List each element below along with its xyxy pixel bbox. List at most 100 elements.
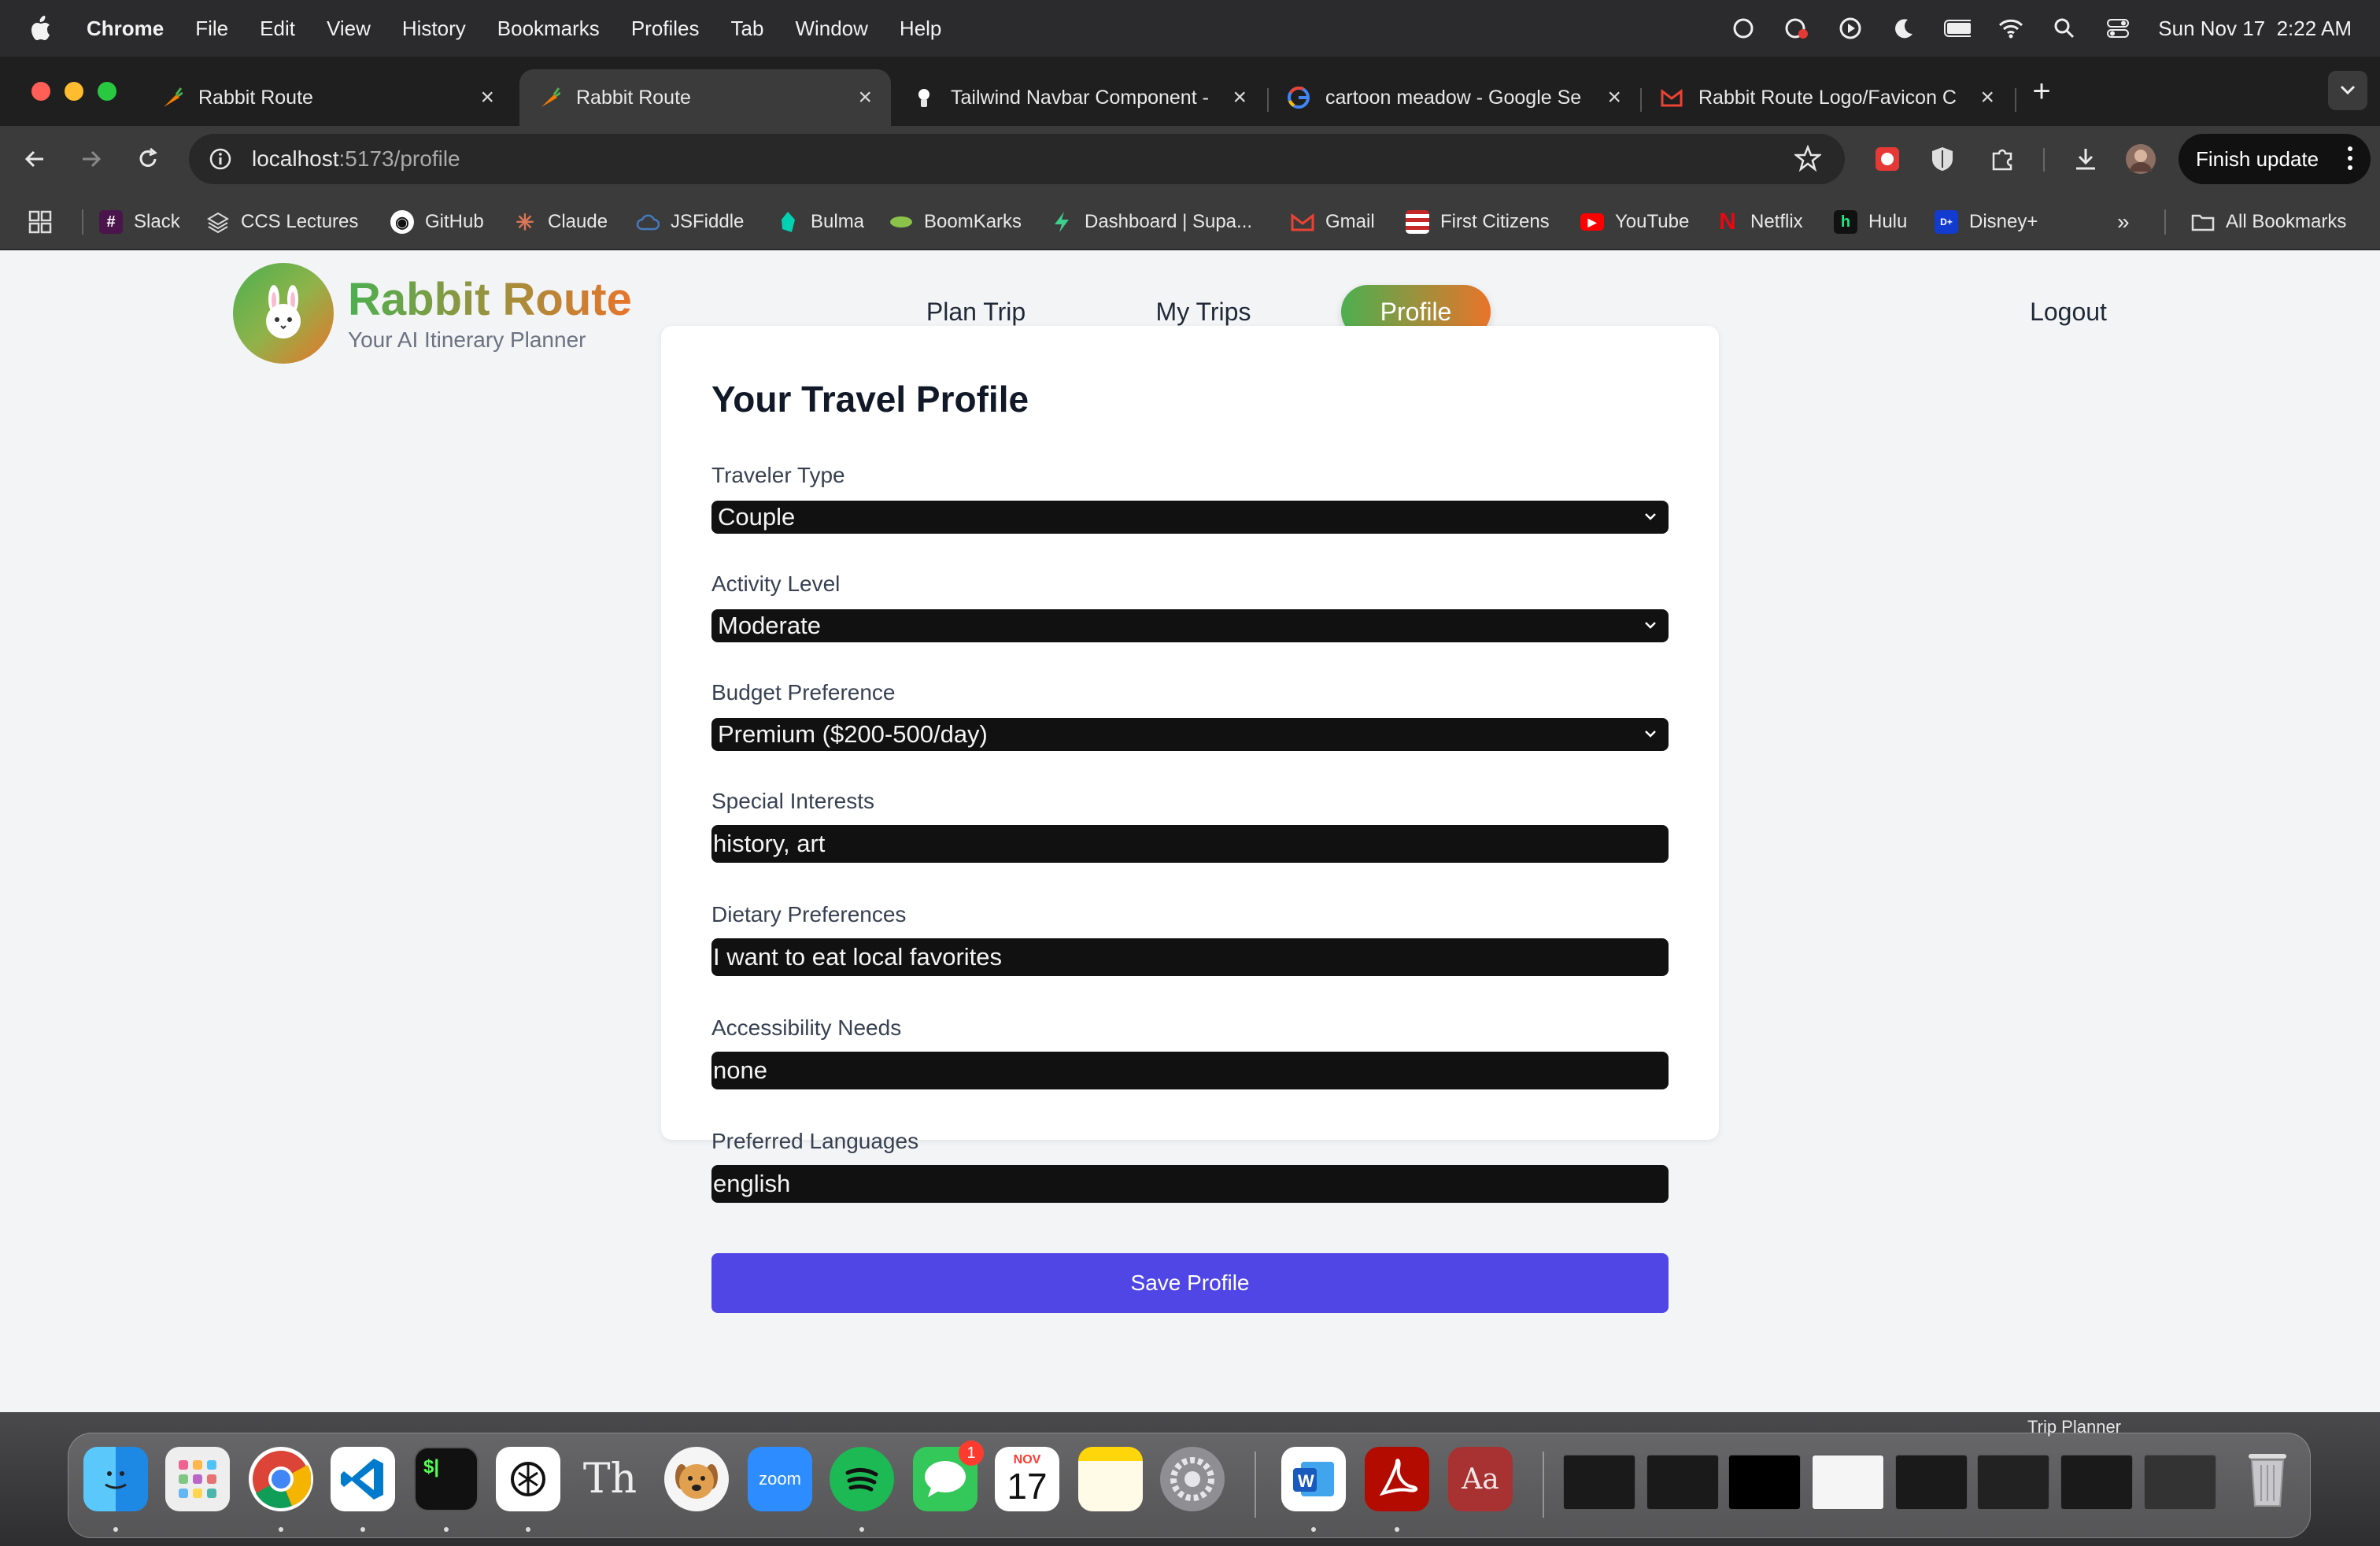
menu-window[interactable]: Window xyxy=(795,17,867,41)
bookmark-bulma[interactable]: Bulma xyxy=(776,208,864,236)
menu-tab[interactable]: Tab xyxy=(731,17,764,41)
terminal-icon[interactable]: $| xyxy=(414,1447,479,1511)
brand[interactable]: Rabbit Route Your AI Itinerary Planner xyxy=(233,263,632,364)
avatar[interactable] xyxy=(2125,143,2156,175)
play-icon[interactable] xyxy=(1837,15,1864,42)
zoom-icon[interactable]: zoom xyxy=(748,1447,812,1511)
puzzle-icon[interactable] xyxy=(1986,143,2018,175)
accessibility-input[interactable]: none xyxy=(711,1052,1669,1089)
bookmark-claude[interactable]: ✳ Claude xyxy=(513,208,608,236)
tab-search-button[interactable] xyxy=(2328,71,2367,110)
bookmark-github[interactable]: ◉ GitHub xyxy=(390,208,484,236)
menu-view[interactable]: View xyxy=(327,17,371,41)
spotlight-search-icon[interactable] xyxy=(2051,15,2078,42)
bookmark-netflix[interactable]: N Netflix xyxy=(1716,208,1803,236)
settings-gear-icon[interactable] xyxy=(1160,1447,1225,1511)
bookmark-boomkarks[interactable]: BoomKarks xyxy=(889,208,1022,236)
minimized-window-thumbnail[interactable] xyxy=(1977,1455,2049,1510)
close-tab-icon[interactable]: × xyxy=(858,84,872,111)
menu-profiles[interactable]: Profiles xyxy=(631,17,700,41)
tab-google-search[interactable]: cartoon meadow - Google Se × xyxy=(1269,69,1640,126)
dietary-input[interactable]: I want to eat local favorites xyxy=(711,938,1669,976)
traveler-type-select[interactable]: Couple xyxy=(711,501,1669,534)
bookmark-disney[interactable]: D+ Disney+ xyxy=(1935,208,2038,236)
bookmark-gmail[interactable]: Gmail xyxy=(1291,208,1375,236)
zoom-window-button[interactable] xyxy=(98,82,116,101)
site-info-icon[interactable] xyxy=(206,145,235,173)
more-bookmarks-icon[interactable]: » xyxy=(2117,208,2130,236)
menu-edit[interactable]: Edit xyxy=(260,17,295,41)
control-center-icon[interactable] xyxy=(2105,15,2131,42)
word-icon[interactable]: W xyxy=(1281,1447,1346,1511)
minimized-window-thumbnail[interactable] xyxy=(1812,1455,1884,1510)
menu-help[interactable]: Help xyxy=(900,17,941,41)
bookmark-youtube[interactable]: ▶ YouTube xyxy=(1580,208,1689,236)
minimized-window-thumbnail[interactable] xyxy=(2144,1455,2216,1510)
spotify-icon[interactable] xyxy=(830,1447,894,1511)
address-bar[interactable]: localhost:5173/profile xyxy=(189,134,1845,184)
bookmark-hulu[interactable]: h Hulu xyxy=(1834,208,1907,236)
minimized-window-thumbnail[interactable] xyxy=(1563,1455,1635,1510)
minimize-window-button[interactable] xyxy=(65,82,83,101)
launchpad-icon[interactable] xyxy=(165,1447,230,1511)
th-app-icon[interactable]: Th xyxy=(578,1447,642,1511)
menu-history[interactable]: History xyxy=(402,17,466,41)
logout-link[interactable]: Logout xyxy=(2020,285,2117,338)
minimized-window-thumbnail[interactable] xyxy=(1728,1455,1801,1510)
cloud-status-icon[interactable] xyxy=(1783,15,1810,42)
forward-button[interactable] xyxy=(76,143,107,175)
url-text[interactable]: localhost:5173/profile xyxy=(252,146,460,172)
acrobat-icon[interactable] xyxy=(1365,1447,1429,1511)
finder-icon[interactable] xyxy=(83,1447,148,1511)
notes-icon[interactable] xyxy=(1078,1447,1143,1511)
chrome-icon[interactable] xyxy=(249,1447,313,1511)
special-interests-input[interactable]: history, art xyxy=(711,825,1669,863)
tab-rabbit-route-2[interactable]: Rabbit Route × xyxy=(519,69,891,126)
bookmark-supabase[interactable]: Dashboard | Supa... xyxy=(1050,208,1252,236)
minimized-window-thumbnail[interactable] xyxy=(1895,1455,1968,1510)
dictionary-icon[interactable]: Aa xyxy=(1448,1447,1513,1511)
save-profile-button[interactable]: Save Profile xyxy=(711,1253,1669,1313)
menu-clock[interactable]: Sun Nov 17 2:22 AM xyxy=(2158,17,2352,41)
languages-input[interactable]: english xyxy=(711,1165,1669,1203)
wifi-icon[interactable] xyxy=(1998,15,2024,42)
minimized-window-thumbnail[interactable] xyxy=(1646,1455,1719,1510)
reload-button[interactable] xyxy=(132,143,164,175)
menu-file[interactable]: File xyxy=(195,17,228,41)
menu-bookmarks[interactable]: Bookmarks xyxy=(497,17,600,41)
dog-app-icon[interactable] xyxy=(664,1447,729,1511)
bookmark-first-citizens[interactable]: First Citizens xyxy=(1406,208,1550,236)
close-window-button[interactable] xyxy=(31,82,50,101)
tab-gmail[interactable]: Rabbit Route Logo/Favicon C × xyxy=(1642,69,2013,126)
finish-update-button[interactable]: Finish update xyxy=(2179,134,2371,184)
close-tab-icon[interactable]: × xyxy=(1980,84,1994,111)
calendar-icon[interactable]: NOV 17 xyxy=(995,1447,1059,1511)
apple-icon[interactable] xyxy=(27,13,54,44)
new-tab-button[interactable]: + xyxy=(2027,76,2056,107)
tab-rabbit-route-1[interactable]: Rabbit Route × xyxy=(142,69,513,126)
moon-icon[interactable] xyxy=(1890,15,1917,42)
more-options-icon[interactable] xyxy=(2347,145,2353,177)
menu-app-name[interactable]: Chrome xyxy=(87,17,164,41)
vscode-icon[interactable] xyxy=(331,1447,395,1511)
close-tab-icon[interactable]: × xyxy=(480,84,494,111)
trash-icon[interactable] xyxy=(2235,1447,2300,1511)
bookmark-slack[interactable]: # Slack xyxy=(99,208,180,236)
bookmark-ccs-lectures[interactable]: CCS Lectures xyxy=(206,208,358,236)
battery-icon[interactable] xyxy=(1944,15,1972,42)
all-bookmarks-button[interactable]: All Bookmarks xyxy=(2191,208,2346,236)
download-icon[interactable] xyxy=(2070,143,2101,175)
chatgpt-icon[interactable] xyxy=(496,1447,560,1511)
chatgpt-status-icon[interactable] xyxy=(1730,15,1757,42)
budget-select[interactable]: Premium ($200-500/day) xyxy=(711,718,1669,751)
tab-tailwind-navbar[interactable]: Tailwind Navbar Component - × xyxy=(894,69,1266,126)
activity-level-select[interactable]: Moderate xyxy=(711,609,1669,642)
bookmark-star-icon[interactable] xyxy=(1793,144,1823,177)
minimized-window-thumbnail[interactable] xyxy=(2060,1455,2133,1510)
close-tab-icon[interactable]: × xyxy=(1607,84,1621,111)
back-button[interactable] xyxy=(19,143,50,175)
close-tab-icon[interactable]: × xyxy=(1232,84,1247,111)
apps-grid-icon[interactable] xyxy=(28,208,52,236)
shield-icon[interactable] xyxy=(1927,143,1958,175)
extension-icon[interactable] xyxy=(1872,143,1903,175)
